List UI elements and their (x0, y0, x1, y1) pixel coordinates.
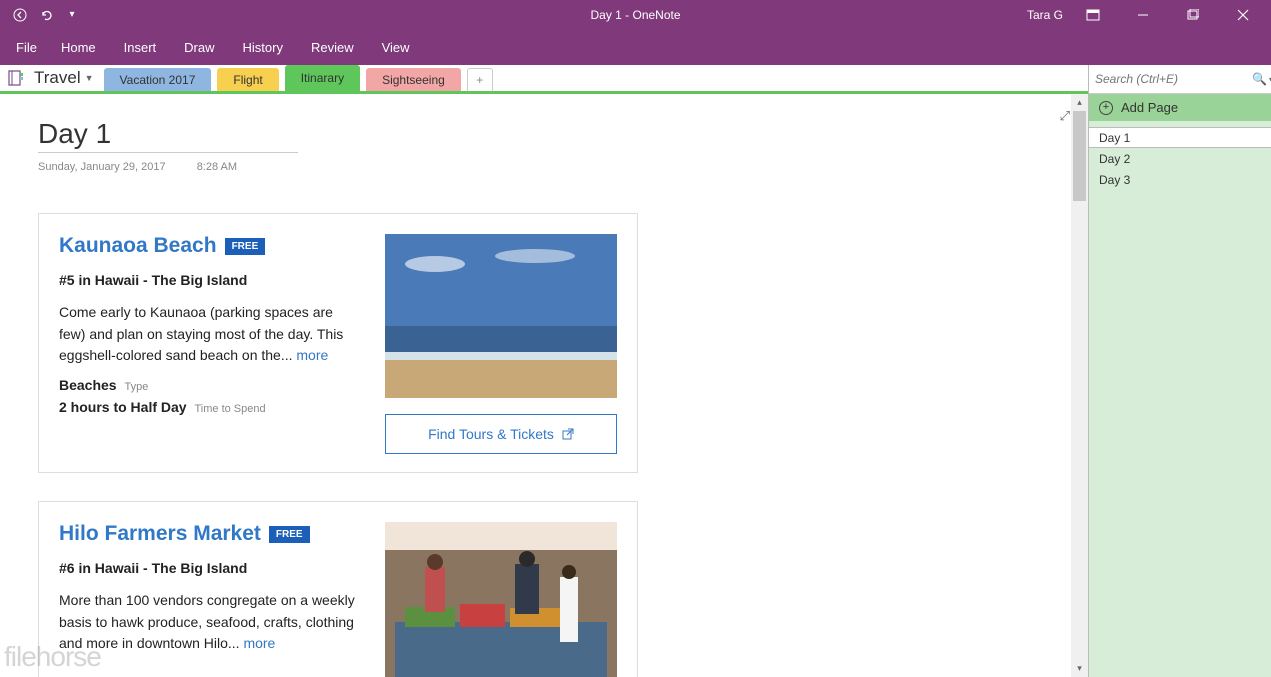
ribbon-tab-history[interactable]: History (229, 29, 297, 65)
page-item-day2[interactable]: Day 2 (1089, 148, 1271, 169)
card-category-type: Type (124, 381, 148, 393)
ribbon-tab-review[interactable]: Review (297, 29, 368, 65)
page-item-day3[interactable]: Day 3 (1089, 169, 1271, 190)
section-tab-vacation[interactable]: Vacation 2017 (104, 68, 212, 91)
page-list: Day 1 Day 2 Day 3 (1089, 121, 1271, 677)
page-title[interactable]: Day 1 (38, 118, 298, 153)
section-tab-flight[interactable]: Flight (217, 68, 278, 91)
ribbon-tab-draw[interactable]: Draw (170, 29, 228, 65)
card-category: Beaches (59, 377, 117, 393)
chevron-down-icon: ▼ (85, 73, 94, 83)
minimize-button[interactable] (1123, 0, 1163, 29)
content-card: Hilo Farmers Market FREE #6 in Hawaii - … (38, 501, 638, 677)
card-image (385, 522, 617, 677)
page-item-day1[interactable]: Day 1 (1088, 127, 1271, 148)
ribbon-tab-insert[interactable]: Insert (110, 29, 171, 65)
watermark: filehorse (4, 641, 101, 673)
window-title: Day 1 - OneNote (590, 8, 680, 22)
card-description: More than 100 vendors congregate on a we… (59, 590, 363, 655)
card-rank: #6 in Hawaii - The Big Island (59, 560, 363, 576)
page-time: 8:28 AM (197, 161, 237, 173)
more-link[interactable]: more (296, 347, 328, 363)
ribbon-tab-file[interactable]: File (10, 29, 47, 65)
card-time: 2 hours to Half Day (59, 399, 187, 415)
page-list-panel: 🔍 ▾ + Add Page Day 1 Day 2 Day 3 (1088, 65, 1271, 677)
undo-button[interactable] (34, 3, 58, 27)
page-date: Sunday, January 29, 2017 (38, 161, 166, 173)
section-tab-itinerary[interactable]: Itinarary (285, 65, 360, 91)
content-card: Kaunaoa Beach FREE #5 in Hawaii - The Bi… (38, 213, 638, 473)
notebook-icon[interactable] (6, 68, 26, 88)
close-button[interactable] (1223, 0, 1263, 29)
ribbon-options-button[interactable] (1073, 0, 1113, 29)
ribbon: File Home Insert Draw History Review Vie… (0, 29, 1271, 65)
free-badge: FREE (269, 526, 310, 543)
maximize-button[interactable] (1173, 0, 1213, 29)
card-time-type: Time to Spend (194, 403, 265, 415)
card-description: Come early to Kaunaoa (parking spaces ar… (59, 302, 363, 367)
user-name[interactable]: Tara G (1027, 8, 1063, 22)
page-canvas[interactable]: Day 1 Sunday, January 29, 2017 8:28 AM K… (0, 94, 1088, 677)
title-bar: ▾ Day 1 - OneNote Tara G (0, 0, 1271, 29)
section-tab-sightseeing[interactable]: Sightseeing (366, 68, 461, 91)
external-link-icon (562, 428, 574, 440)
notebook-name: Travel (34, 68, 81, 88)
vertical-scrollbar[interactable]: ▴ ▾ (1071, 94, 1088, 677)
notebook-dropdown[interactable]: Travel ▼ (34, 68, 94, 88)
find-tours-button[interactable]: Find Tours & Tickets (385, 414, 617, 454)
section-tabs-row: Travel ▼ Vacation 2017 Flight Itinarary … (0, 65, 1088, 94)
more-link[interactable]: more (243, 635, 275, 651)
search-box[interactable]: 🔍 ▾ (1089, 65, 1271, 94)
scroll-down-button[interactable]: ▾ (1071, 660, 1088, 677)
card-image (385, 234, 617, 398)
ribbon-tab-home[interactable]: Home (47, 29, 110, 65)
card-title-link[interactable]: Hilo Farmers Market (59, 522, 261, 546)
search-icon[interactable]: 🔍 (1252, 72, 1267, 86)
scroll-thumb[interactable] (1073, 111, 1086, 201)
card-rank: #5 in Hawaii - The Big Island (59, 272, 363, 288)
search-input[interactable] (1095, 72, 1252, 86)
plus-icon: + (1099, 101, 1113, 115)
customize-qat-button[interactable]: ▾ (60, 3, 84, 27)
add-page-button[interactable]: + Add Page (1089, 94, 1271, 121)
page-meta: Sunday, January 29, 2017 8:28 AM (38, 161, 1088, 173)
card-title-link[interactable]: Kaunaoa Beach (59, 234, 217, 258)
back-button[interactable] (8, 3, 32, 27)
add-section-button[interactable]: + (467, 68, 493, 91)
ribbon-tab-view[interactable]: View (368, 29, 424, 65)
free-badge: FREE (225, 238, 266, 255)
scroll-up-button[interactable]: ▴ (1071, 94, 1088, 111)
